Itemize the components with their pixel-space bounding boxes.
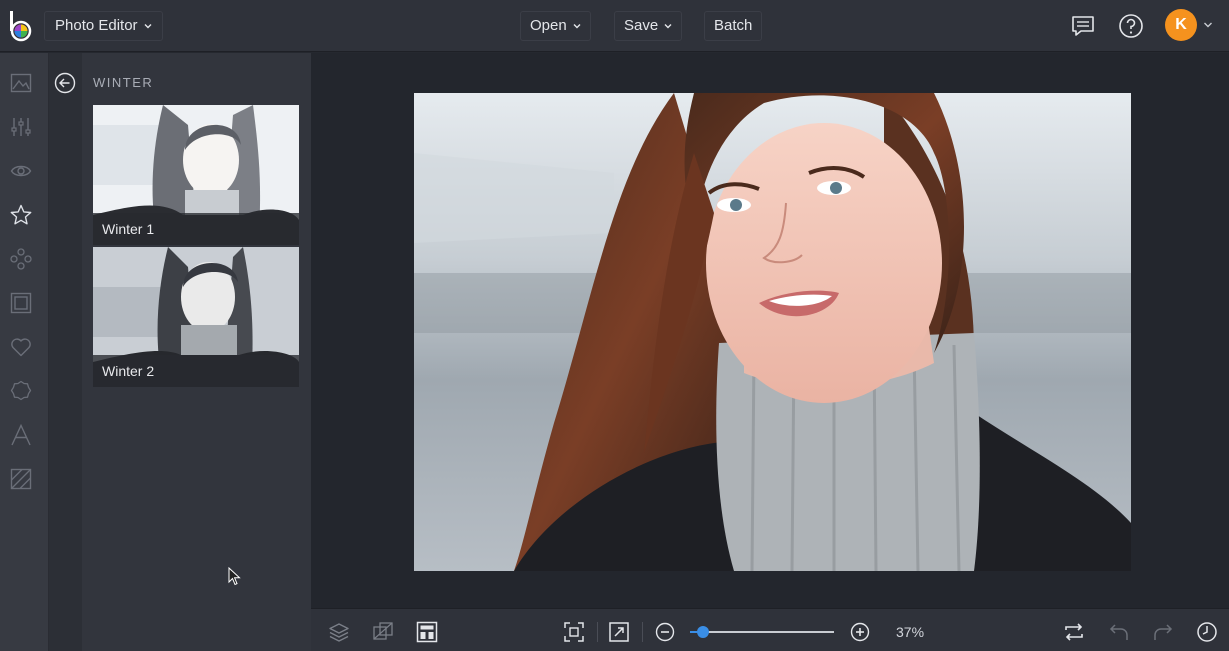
history-icon[interactable] xyxy=(1196,621,1218,643)
chevron-down-icon xyxy=(573,24,581,29)
zoom-slider-track[interactable] xyxy=(690,631,834,633)
back-arrow-icon[interactable] xyxy=(54,72,76,94)
texture-icon[interactable] xyxy=(10,468,32,490)
panel-title: WINTER xyxy=(93,75,154,90)
star-icon[interactable] xyxy=(10,204,32,226)
redo-icon[interactable] xyxy=(1152,621,1174,643)
app-window: Photo Editor Open Save Batch K WINTER Wi… xyxy=(0,0,1229,651)
mouse-cursor-icon xyxy=(228,567,241,586)
actual-size-icon[interactable] xyxy=(608,621,630,643)
user-avatar[interactable]: K xyxy=(1165,9,1197,41)
heart-icon[interactable] xyxy=(10,336,32,358)
zoom-in-icon[interactable] xyxy=(849,621,871,643)
zoom-percentage[interactable]: 37% xyxy=(896,624,924,640)
fit-screen-icon[interactable] xyxy=(563,621,585,643)
crop-compare-icon[interactable] xyxy=(372,621,394,643)
undo-icon[interactable] xyxy=(1108,621,1130,643)
image-icon[interactable] xyxy=(10,72,32,94)
save-label: Save xyxy=(624,17,659,34)
portrait-photo xyxy=(414,93,1131,571)
bottom-toolbar xyxy=(311,608,1229,651)
open-label: Open xyxy=(530,17,567,34)
batch-label: Batch xyxy=(714,17,753,34)
effects-icon[interactable] xyxy=(10,248,32,270)
adjust-sliders-icon[interactable] xyxy=(10,116,32,138)
frame-icon[interactable] xyxy=(10,292,32,314)
save-button[interactable]: Save xyxy=(614,11,683,41)
mode-selector[interactable]: Photo Editor xyxy=(44,11,163,41)
comment-icon[interactable] xyxy=(1069,12,1097,40)
toolbar-divider xyxy=(597,622,598,642)
help-icon[interactable] xyxy=(1117,12,1145,40)
mode-label: Photo Editor xyxy=(55,17,138,34)
toolbar-divider xyxy=(642,622,643,642)
layout-icon[interactable] xyxy=(416,621,438,643)
filter-label: Winter 2 xyxy=(93,355,299,387)
text-icon[interactable] xyxy=(10,424,32,446)
filter-label: Winter 1 xyxy=(93,213,299,245)
open-button[interactable]: Open xyxy=(520,11,591,41)
filter-thumbnail-winter-2[interactable]: Winter 2 xyxy=(93,247,299,387)
zoom-slider-handle[interactable] xyxy=(697,626,709,638)
photo-canvas[interactable] xyxy=(414,93,1131,571)
panel-back-strip xyxy=(49,53,82,651)
eye-icon[interactable] xyxy=(10,160,32,182)
chevron-down-icon xyxy=(664,24,672,29)
filter-thumbnail-winter-1[interactable]: Winter 1 xyxy=(93,105,299,245)
badge-icon[interactable] xyxy=(10,380,32,402)
zoom-out-icon[interactable] xyxy=(654,621,676,643)
befunky-logo[interactable] xyxy=(8,9,34,43)
chevron-down-icon xyxy=(144,24,152,29)
top-bar: Photo Editor Open Save Batch K xyxy=(0,0,1229,52)
layers-icon[interactable] xyxy=(328,621,350,643)
chevron-down-icon[interactable] xyxy=(1203,21,1213,29)
batch-button[interactable]: Batch xyxy=(704,11,763,41)
flip-icon[interactable] xyxy=(1063,621,1085,643)
